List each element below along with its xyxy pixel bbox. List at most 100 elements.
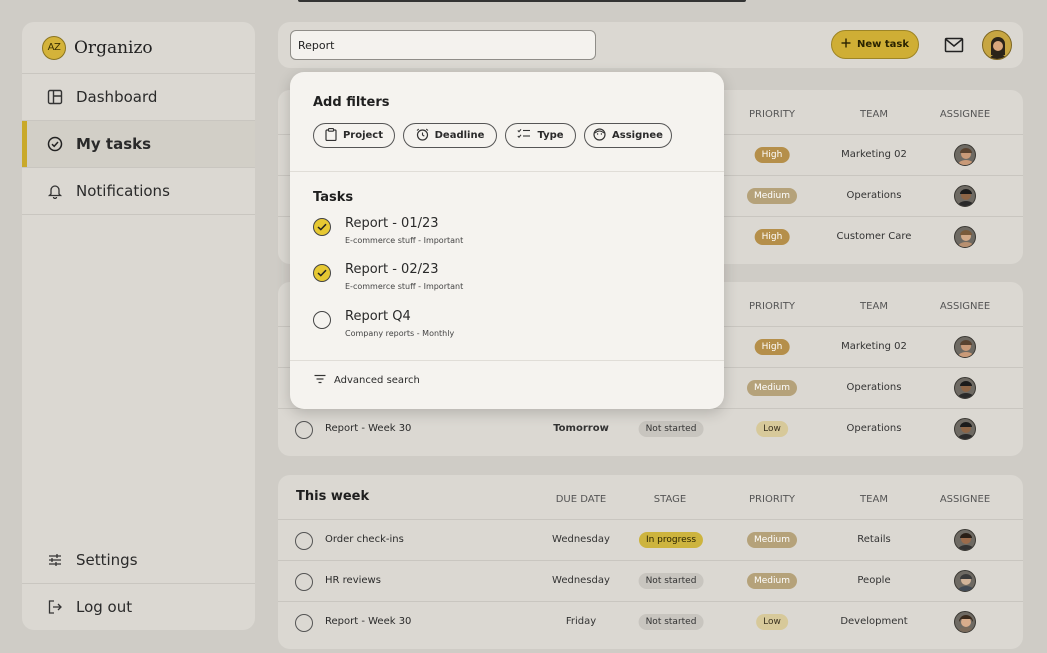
avatar bbox=[954, 144, 976, 166]
col-assignee: ASSIGNEE bbox=[939, 494, 991, 505]
clipboard-icon bbox=[325, 127, 337, 144]
brand[interactable]: AZ Organizo bbox=[22, 22, 255, 74]
col-team: TEAM bbox=[860, 301, 888, 312]
top-strip bbox=[298, 0, 746, 2]
col-team: TEAM bbox=[860, 494, 888, 505]
advanced-search-label: Advanced search bbox=[334, 375, 420, 386]
result-title: Report Q4 bbox=[345, 309, 411, 324]
team-cell: Customer Care bbox=[836, 231, 912, 242]
team-cell: Development bbox=[840, 616, 908, 627]
unchecked-circle-icon[interactable] bbox=[313, 311, 331, 329]
task-checkbox[interactable] bbox=[295, 421, 313, 439]
new-task-button[interactable]: New task bbox=[831, 30, 919, 59]
priority-badge: Medium bbox=[747, 532, 797, 548]
sidebar-item-logout[interactable]: Log out bbox=[22, 583, 255, 630]
col-assignee: ASSIGNEE bbox=[939, 109, 991, 120]
filter-chip-assignee[interactable]: Assignee bbox=[584, 123, 672, 148]
alarm-clock-icon bbox=[416, 128, 429, 144]
search-dropdown: Add filters Project Deadline Type Assign… bbox=[290, 72, 724, 409]
sidebar-item-settings[interactable]: Settings bbox=[22, 536, 255, 583]
task-name: Report - Week 30 bbox=[325, 616, 412, 627]
table-row[interactable]: Report - Week 30 Friday Not started Low … bbox=[278, 602, 1023, 643]
sidebar-item-label: My tasks bbox=[76, 135, 152, 153]
section-title: This week bbox=[296, 489, 370, 504]
due-date-cell: Friday bbox=[565, 616, 597, 627]
stage-badge: Not started bbox=[638, 573, 704, 589]
col-assignee: ASSIGNEE bbox=[939, 301, 991, 312]
priority-badge: High bbox=[754, 147, 790, 163]
table-row[interactable]: Report - Week 30 Tomorrow Not started Lo… bbox=[278, 409, 1023, 450]
team-cell: Marketing 02 bbox=[841, 149, 907, 160]
col-priority: PRIORITY bbox=[749, 301, 795, 312]
team-cell: Retails bbox=[857, 534, 891, 545]
divider bbox=[290, 171, 724, 172]
avatar bbox=[954, 226, 976, 248]
avatar[interactable] bbox=[982, 30, 1012, 60]
filter-label: Assignee bbox=[612, 130, 663, 141]
search-input[interactable] bbox=[290, 30, 596, 60]
logout-icon bbox=[46, 598, 64, 616]
filter-label: Project bbox=[342, 130, 384, 141]
team-cell: Operations bbox=[846, 190, 902, 201]
sidebar-item-label: Log out bbox=[76, 598, 133, 616]
sidebar-item-label: Dashboard bbox=[76, 88, 158, 106]
task-checkbox[interactable] bbox=[295, 532, 313, 550]
avatar bbox=[954, 611, 976, 633]
filter-chip-project[interactable]: Project bbox=[313, 123, 395, 148]
new-task-label: New task bbox=[856, 39, 909, 50]
face-icon bbox=[593, 127, 606, 144]
filter-chip-deadline[interactable]: Deadline bbox=[403, 123, 497, 148]
due-date-cell: Wednesday bbox=[552, 534, 610, 545]
avatar bbox=[954, 185, 976, 207]
task-checkbox[interactable] bbox=[295, 573, 313, 591]
priority-badge: Medium bbox=[747, 573, 797, 589]
bell-icon bbox=[46, 182, 64, 200]
task-name: Report - Week 30 bbox=[325, 423, 412, 434]
checked-icon[interactable] bbox=[313, 218, 331, 236]
col-priority: PRIORITY bbox=[749, 494, 795, 505]
task-name: Order check-ins bbox=[325, 534, 404, 545]
filter-chip-type[interactable]: Type bbox=[505, 123, 576, 148]
priority-badge: High bbox=[754, 339, 790, 355]
checklist-icon bbox=[517, 128, 531, 143]
mail-icon[interactable] bbox=[944, 35, 964, 55]
priority-badge: Medium bbox=[747, 188, 797, 204]
sidebar-item-notifications[interactable]: Notifications bbox=[22, 168, 255, 215]
task-checkbox[interactable] bbox=[295, 614, 313, 632]
result-subtitle: E-commerce stuff - Important bbox=[345, 282, 464, 291]
due-date-cell: Tomorrow bbox=[553, 423, 609, 434]
top-bar: New task bbox=[278, 22, 1023, 68]
sidebar-item-my-tasks[interactable]: My tasks bbox=[22, 121, 255, 168]
filter-label: Type bbox=[537, 130, 564, 141]
col-stage: STAGE bbox=[653, 494, 687, 505]
check-circle-icon bbox=[46, 135, 64, 153]
priority-badge: Low bbox=[756, 421, 788, 437]
result-title: Report - 01/23 bbox=[345, 216, 439, 231]
priority-badge: Medium bbox=[747, 380, 797, 396]
result-title: Report - 02/23 bbox=[345, 262, 439, 277]
sliders-icon bbox=[46, 551, 64, 569]
advanced-search-link[interactable]: Advanced search bbox=[314, 374, 420, 387]
col-due-date: DUE DATE bbox=[555, 494, 607, 505]
team-cell: People bbox=[857, 575, 891, 586]
filter-label: Deadline bbox=[434, 130, 485, 141]
table-row[interactable]: HR reviews Wednesday Not started Medium … bbox=[278, 561, 1023, 602]
logo-icon: AZ bbox=[42, 35, 66, 60]
checked-icon[interactable] bbox=[313, 264, 331, 282]
tasks-panel-this-week: This week DUE DATE STAGE PRIORITY TEAM A… bbox=[278, 475, 1023, 649]
team-cell: Operations bbox=[846, 423, 902, 434]
table-row[interactable]: Order check-ins Wednesday In progress Me… bbox=[278, 520, 1023, 561]
sidebar-item-label: Settings bbox=[76, 550, 138, 569]
avatar bbox=[954, 377, 976, 399]
priority-badge: High bbox=[754, 229, 790, 245]
team-cell: Operations bbox=[846, 382, 902, 393]
avatar bbox=[954, 336, 976, 358]
team-cell: Marketing 02 bbox=[841, 341, 907, 352]
divider bbox=[290, 360, 724, 361]
avatar bbox=[954, 529, 976, 551]
sidebar-item-dashboard[interactable]: Dashboard bbox=[22, 74, 255, 121]
sidebar: AZ Organizo Dashboard My tasks Notificat… bbox=[22, 22, 255, 630]
result-subtitle: E-commerce stuff - Important bbox=[345, 236, 464, 245]
task-name: HR reviews bbox=[325, 575, 381, 586]
avatar bbox=[954, 418, 976, 440]
